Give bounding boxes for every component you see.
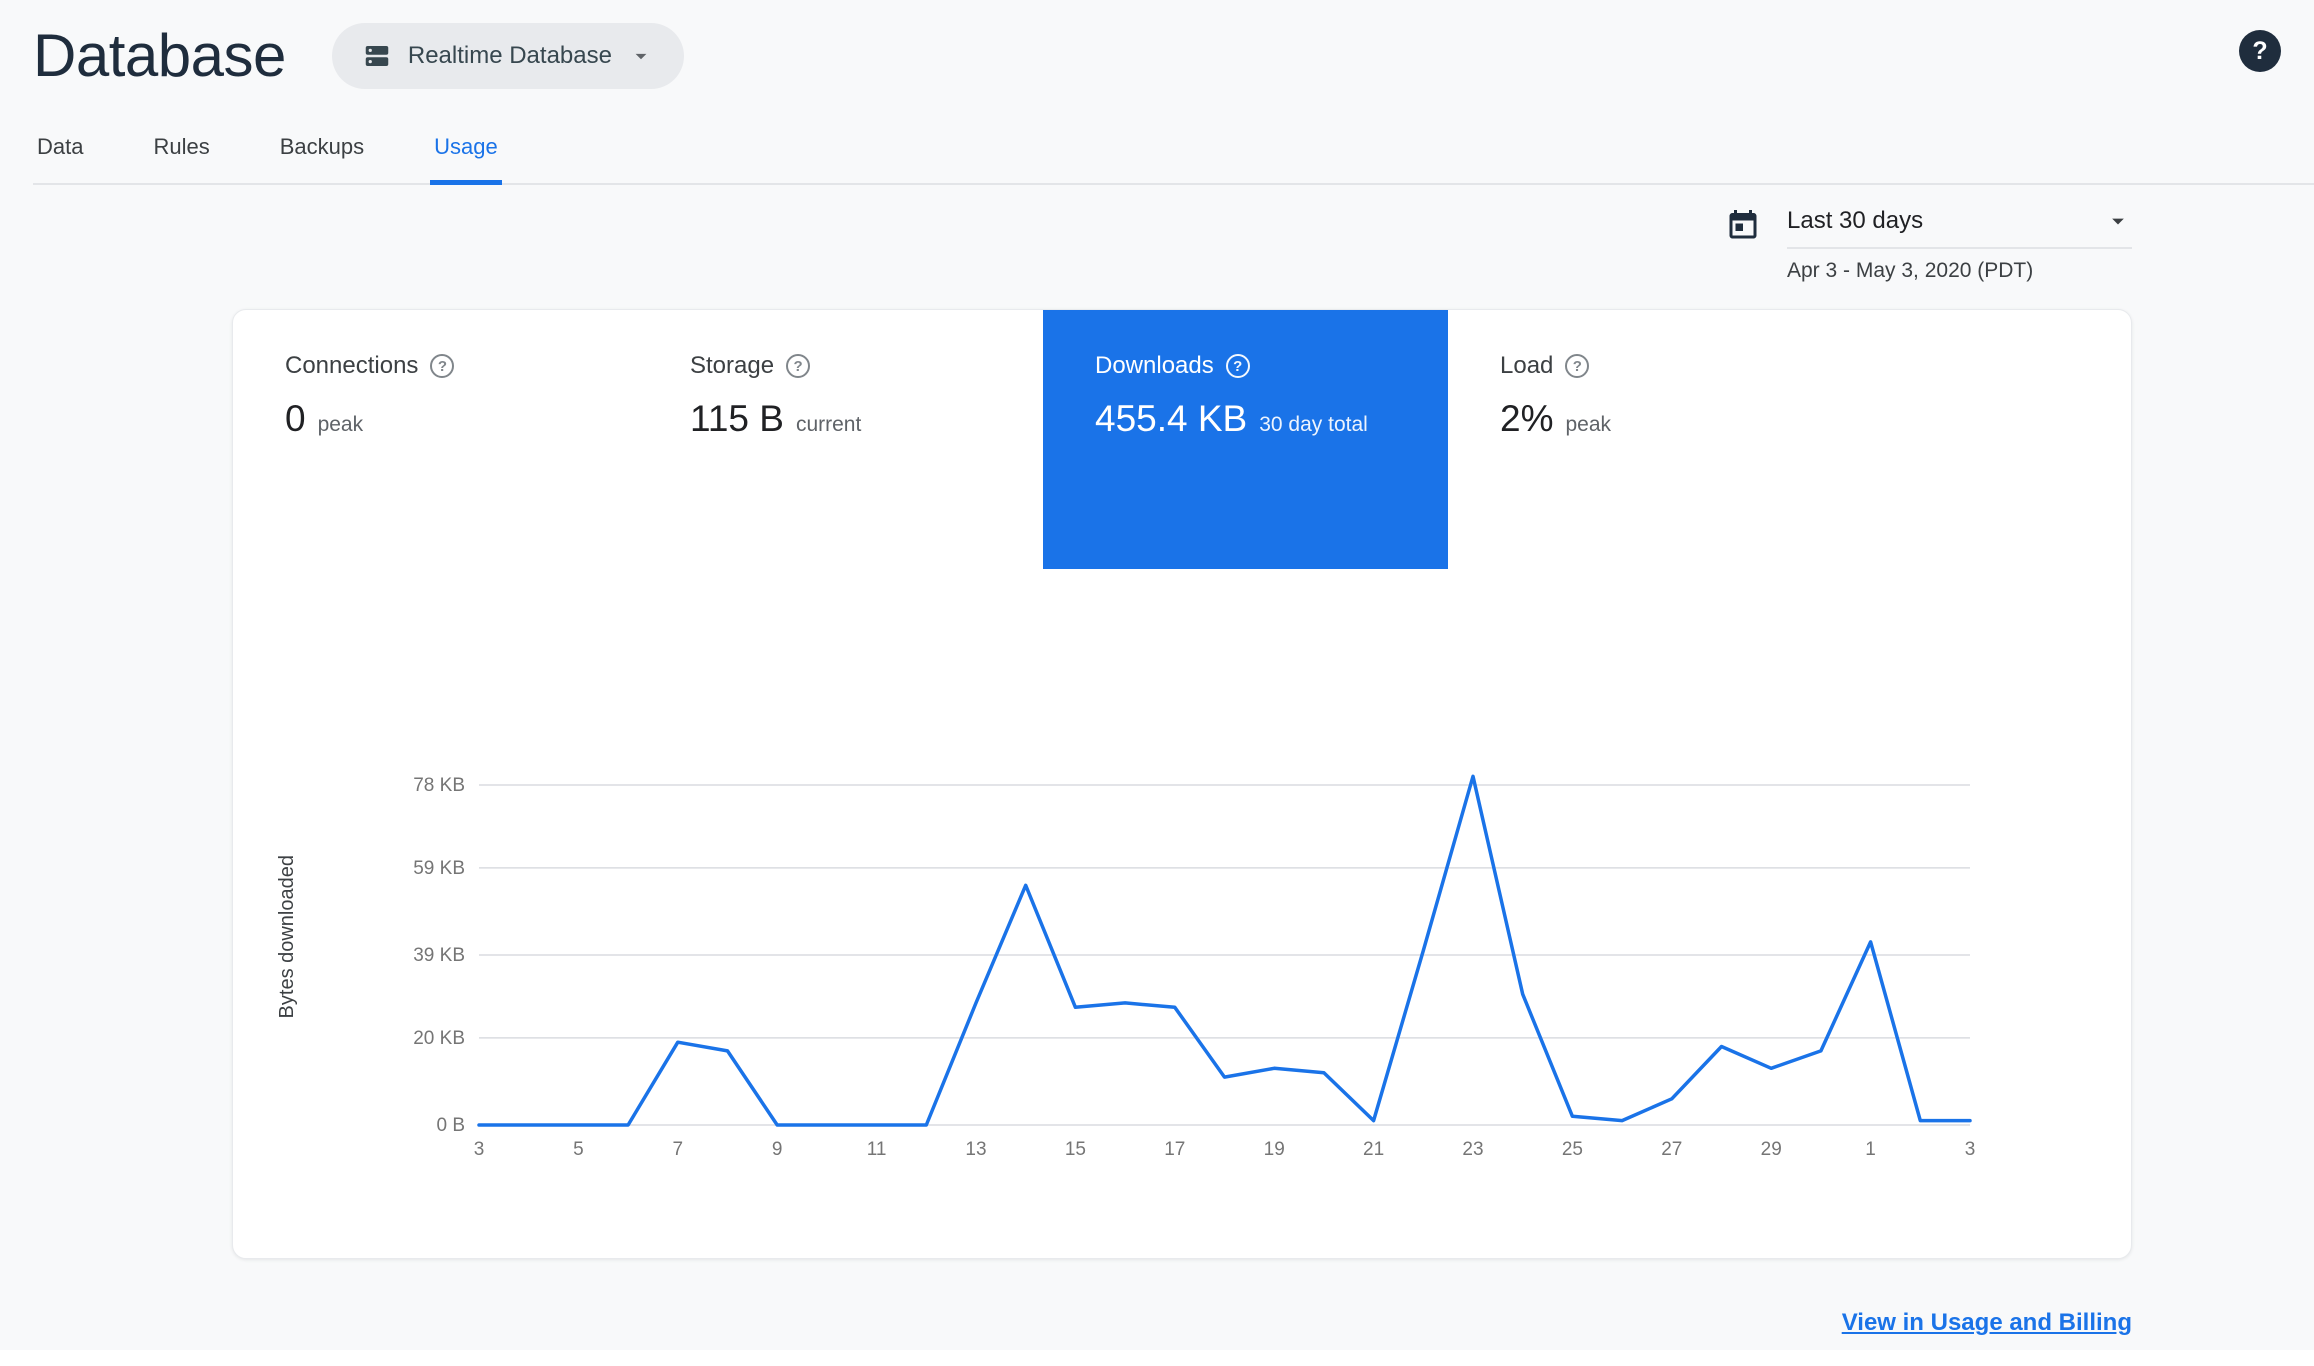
svg-text:39 KB: 39 KB [413, 945, 465, 966]
help-icon[interactable]: ? [1565, 354, 1590, 378]
chevron-down-icon [628, 43, 654, 69]
tab-usage[interactable]: Usage [430, 134, 502, 185]
date-range-selector[interactable]: Last 30 days Apr 3 - May 3, 2020 (PDT) [1725, 207, 2132, 283]
svg-text:19: 19 [1264, 1139, 1285, 1160]
tab-backups[interactable]: Backups [276, 134, 368, 185]
svg-text:9: 9 [772, 1139, 783, 1160]
metric-value: 0 [285, 398, 306, 439]
y-axis-label-wrap: Bytes downloaded [257, 749, 317, 1125]
svg-text:17: 17 [1164, 1139, 1185, 1160]
metric-label: Downloads [1095, 352, 1214, 379]
svg-text:13: 13 [965, 1139, 986, 1160]
database-selector-button[interactable]: Realtime Database [331, 22, 684, 89]
bottom-strip [0, 1350, 2314, 1366]
svg-text:3: 3 [1965, 1139, 1976, 1160]
page-title: Database [33, 22, 286, 89]
metric-unit: 30 day total [1259, 413, 1368, 436]
svg-text:5: 5 [573, 1139, 584, 1160]
svg-text:7: 7 [673, 1139, 684, 1160]
tab-rules[interactable]: Rules [149, 134, 213, 185]
metric-tile-storage[interactable]: Storage ? 115 B current [638, 310, 1043, 569]
metric-unit: peak [317, 413, 364, 436]
date-range-label: Last 30 days [1787, 207, 1924, 234]
date-range-top: Last 30 days [1787, 207, 2132, 249]
svg-text:23: 23 [1462, 1139, 1483, 1160]
y-axis-label: Bytes downloaded [275, 855, 298, 1019]
tab-bar: Data Rules Backups Usage [33, 134, 2314, 185]
metric-label: Connections [285, 352, 419, 379]
metric-tile-load[interactable]: Load ? 2% peak [1448, 310, 1853, 569]
calendar-icon [1725, 207, 1761, 243]
svg-text:21: 21 [1363, 1139, 1384, 1160]
metric-value: 115 B [690, 398, 784, 439]
downloads-chart: 0 B20 KB39 KB59 KB78 KB3 5 7 9 11 13 15 17 19 21 2… [413, 774, 1976, 1160]
metric-tile-downloads[interactable]: Downloads ? 455.4 KB 30 day total [1043, 310, 1448, 569]
svg-text:1: 1 [1865, 1139, 1876, 1160]
page-header: Database Realtime Database [0, 0, 2314, 90]
database-icon [362, 41, 392, 71]
metric-value: 2% [1500, 398, 1554, 439]
tab-data[interactable]: Data [33, 134, 87, 185]
svg-text:25: 25 [1562, 1139, 1583, 1160]
svg-text:3: 3 [474, 1139, 485, 1160]
help-icon[interactable]: ? [786, 354, 811, 378]
help-button[interactable]: ? [2239, 30, 2281, 72]
date-range-detail: Apr 3 - May 3, 2020 (PDT) [1787, 259, 2034, 282]
view-usage-billing-link[interactable]: View in Usage and Billing [1842, 1309, 2132, 1336]
svg-text:0 B: 0 B [436, 1115, 465, 1136]
metric-label: Storage [690, 352, 775, 379]
help-icon[interactable]: ? [430, 354, 455, 378]
metric-tabs: Connections ? 0 peak Storage ? 115 B cur… [233, 310, 2131, 569]
svg-text:27: 27 [1661, 1139, 1682, 1160]
downloads-chart-block: Bytes downloaded 0 B 20 KB 39 KB 59 KB 78 KB… [233, 749, 2131, 1179]
svg-text:29: 29 [1761, 1139, 1782, 1160]
svg-text:20 KB: 20 KB [413, 1028, 465, 1049]
svg-text:15: 15 [1065, 1139, 1086, 1160]
svg-text:78 KB: 78 KB [413, 775, 465, 796]
svg-text:59 KB: 59 KB [413, 858, 465, 879]
svg-text:11: 11 [867, 1139, 887, 1160]
help-icon[interactable]: ? [1225, 354, 1250, 378]
metric-unit: peak [1565, 413, 1612, 436]
date-range-field: Last 30 days Apr 3 - May 3, 2020 (PDT) [1787, 207, 2132, 283]
date-range-row: Last 30 days Apr 3 - May 3, 2020 (PDT) [0, 207, 2132, 283]
metric-tile-connections[interactable]: Connections ? 0 peak [233, 310, 638, 569]
footer-row: View in Usage and Billing [0, 1309, 2132, 1337]
chevron-down-icon [2104, 207, 2132, 235]
metric-value: 455.4 KB [1095, 398, 1248, 439]
metric-label: Load [1500, 352, 1554, 379]
metric-unit: current [795, 413, 862, 436]
database-selector-label: Realtime Database [407, 41, 612, 69]
usage-card: Connections ? 0 peak Storage ? 115 B cur… [232, 309, 2132, 1259]
